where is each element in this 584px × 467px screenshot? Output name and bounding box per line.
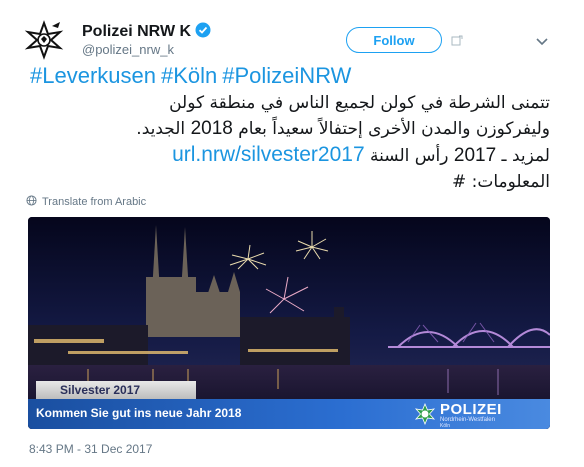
silvester-link[interactable]: url.nrw/silvester2017 <box>172 143 365 166</box>
police-title: POLIZEI <box>440 401 502 418</box>
arabic-line-2-year: 2018 <box>190 118 233 139</box>
arabic-line-4: المعلومات: # <box>451 172 550 192</box>
arabic-line-1: تتمنى الشرطة في كولن لجميع الناس في منطق… <box>169 93 550 113</box>
hashtag-polizeinrw[interactable]: #PolizeiNRW <box>222 63 351 88</box>
silvester-label: Silvester 2017 <box>36 381 196 399</box>
hashtag-leverkusen[interactable]: #Leverkusen <box>30 63 156 88</box>
tweet-text: #Leverkusen #Köln #PolizeiNRW تتمنى الشرطة… <box>30 62 550 195</box>
arabic-line-3-a: لمزيد ـ <box>496 146 550 166</box>
arabic-line-2-b: الجديد. <box>136 119 191 139</box>
arabic-line-3-b: رأس السنة <box>364 146 454 166</box>
hashtag-koeln[interactable]: #Köln <box>161 63 217 88</box>
media-image[interactable]: Silvester 2017 Kommen Sie gut ins neue J… <box>28 217 550 429</box>
arabic-line-2: وليفركوزن والمدن الأخرى إحتفالاً سعيداً … <box>30 116 550 142</box>
chevron-down-icon[interactable] <box>536 34 548 52</box>
follow-button[interactable]: Follow <box>346 27 442 53</box>
police-city: Köln <box>440 423 451 429</box>
follow-add-icon[interactable] <box>451 34 463 52</box>
translate-label[interactable]: Translate from Arabic <box>42 196 146 208</box>
translate-link[interactable]: Translate from Arabic <box>26 195 146 209</box>
tweet-card: Polizei NRW K @polizei_nrw_k Follow #Lev… <box>0 0 584 467</box>
globe-icon <box>26 195 37 209</box>
banner-text: Kommen Sie gut ins neue Jahr 2018 <box>36 406 242 420</box>
display-name-text[interactable]: Polizei NRW K <box>82 23 191 40</box>
avatar[interactable] <box>22 18 66 62</box>
display-name[interactable]: Polizei NRW K <box>82 22 211 43</box>
arabic-line-3: لمزيد ـ 2017 رأس السنة url.nrw/silvester… <box>30 142 550 169</box>
user-handle[interactable]: @polizei_nrw_k <box>82 42 174 57</box>
arabic-line-2-a: وليفركوزن والمدن الأخرى إحتفالاً سعيداً … <box>232 119 550 139</box>
police-star-icon <box>414 402 436 429</box>
arabic-line-3-year: 2017 <box>453 145 497 166</box>
verified-badge-icon <box>195 22 211 43</box>
police-logo-block: POLIZEI Nordrhein-Westfalen Köln <box>396 401 550 429</box>
hashtag-line: #Leverkusen #Köln #PolizeiNRW <box>30 62 550 90</box>
timestamp[interactable]: 8:43 PM - 31 Dec 2017 <box>29 442 152 456</box>
